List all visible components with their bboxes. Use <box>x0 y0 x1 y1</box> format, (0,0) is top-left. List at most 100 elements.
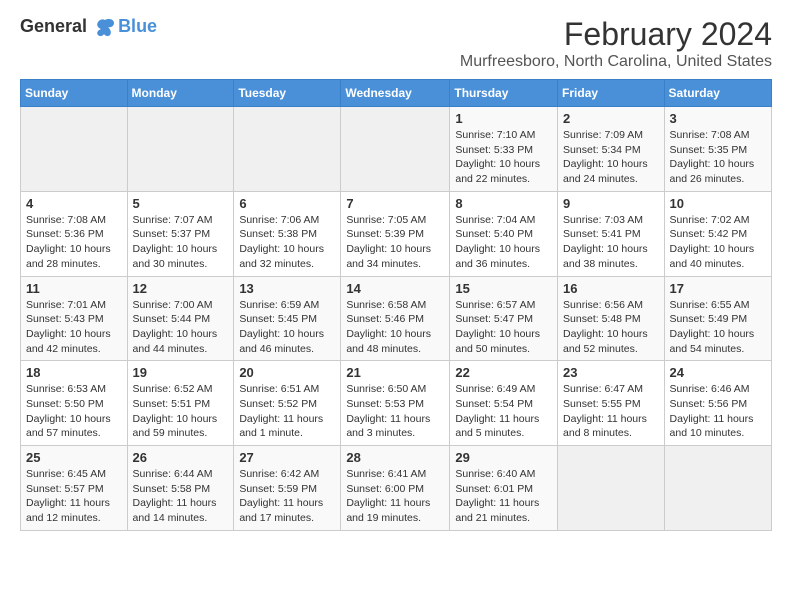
calendar-cell: 14 Sunrise: 6:58 AMSunset: 5:46 PMDayligh… <box>341 276 450 361</box>
calendar-header-row: SundayMondayTuesdayWednesdayThursdayFrid… <box>21 80 772 107</box>
day-number: 11 <box>26 281 122 296</box>
day-number: 20 <box>239 365 335 380</box>
calendar-cell: 13 Sunrise: 6:59 AMSunset: 5:45 PMDayligh… <box>234 276 341 361</box>
day-number: 9 <box>563 196 659 211</box>
calendar-cell: 6 Sunrise: 7:06 AMSunset: 5:38 PMDaylight… <box>234 191 341 276</box>
calendar-cell <box>234 107 341 192</box>
day-detail: Sunrise: 7:08 AMSunset: 5:35 PMDaylight:… <box>670 128 766 187</box>
day-detail: Sunrise: 6:57 AMSunset: 5:47 PMDaylight:… <box>455 298 552 357</box>
calendar-cell: 24 Sunrise: 6:46 AMSunset: 5:56 PMDayligh… <box>664 361 771 446</box>
calendar-cell: 17 Sunrise: 6:55 AMSunset: 5:49 PMDayligh… <box>664 276 771 361</box>
calendar-cell: 27 Sunrise: 6:42 AMSunset: 5:59 PMDayligh… <box>234 446 341 531</box>
day-detail: Sunrise: 6:42 AMSunset: 5:59 PMDaylight:… <box>239 467 335 526</box>
day-detail: Sunrise: 6:50 AMSunset: 5:53 PMDaylight:… <box>346 382 444 441</box>
calendar-week-2: 4Sunrise: 7:08 AMSunset: 5:36 PMDaylight… <box>21 191 772 276</box>
calendar-week-4: 18 Sunrise: 6:53 AMSunset: 5:50 PMDayligh… <box>21 361 772 446</box>
calendar-cell: 9 Sunrise: 7:03 AMSunset: 5:41 PMDaylight… <box>558 191 665 276</box>
day-number: 17 <box>670 281 766 296</box>
calendar-cell <box>127 107 234 192</box>
day-detail: Sunrise: 7:08 AMSunset: 5:36 PMDaylight:… <box>26 213 122 272</box>
calendar-cell: 25 Sunrise: 6:45 AMSunset: 5:57 PMDayligh… <box>21 446 128 531</box>
calendar-cell: 28Sunrise: 6:41 AMSunset: 6:00 PMDayligh… <box>341 446 450 531</box>
calendar-week-3: 11Sunrise: 7:01 AMSunset: 5:43 PMDayligh… <box>21 276 772 361</box>
day-detail: Sunrise: 6:53 AMSunset: 5:50 PMDaylight:… <box>26 382 122 441</box>
calendar-cell: 15 Sunrise: 6:57 AMSunset: 5:47 PMDayligh… <box>450 276 558 361</box>
page-container: General Blue February 2024 Murfreesboro,… <box>0 0 792 543</box>
day-number: 25 <box>26 450 122 465</box>
day-header-monday: Monday <box>127 80 234 107</box>
day-number: 7 <box>346 196 444 211</box>
calendar-table: SundayMondayTuesdayWednesdayThursdayFrid… <box>20 79 772 531</box>
day-detail: Sunrise: 6:47 AMSunset: 5:55 PMDaylight:… <box>563 382 659 441</box>
page-title: February 2024 <box>460 16 772 53</box>
day-detail: Sunrise: 7:07 AMSunset: 5:37 PMDaylight:… <box>133 213 229 272</box>
day-number: 3 <box>670 111 766 126</box>
calendar-cell: 5 Sunrise: 7:07 AMSunset: 5:37 PMDaylight… <box>127 191 234 276</box>
day-detail: Sunrise: 7:02 AMSunset: 5:42 PMDaylight:… <box>670 213 766 272</box>
header: General Blue February 2024 Murfreesboro,… <box>20 16 772 71</box>
calendar-week-1: 1Sunrise: 7:10 AMSunset: 5:33 PMDaylight… <box>21 107 772 192</box>
day-detail: Sunrise: 6:55 AMSunset: 5:49 PMDaylight:… <box>670 298 766 357</box>
day-number: 29 <box>455 450 552 465</box>
calendar-cell: 26Sunrise: 6:44 AMSunset: 5:58 PMDayligh… <box>127 446 234 531</box>
calendar-cell: 10 Sunrise: 7:02 AMSunset: 5:42 PMDayligh… <box>664 191 771 276</box>
day-number: 8 <box>455 196 552 211</box>
day-number: 18 <box>26 365 122 380</box>
calendar-cell: 4Sunrise: 7:08 AMSunset: 5:36 PMDaylight… <box>21 191 128 276</box>
day-detail: Sunrise: 6:46 AMSunset: 5:56 PMDaylight:… <box>670 382 766 441</box>
day-number: 10 <box>670 196 766 211</box>
day-detail: Sunrise: 6:56 AMSunset: 5:48 PMDaylight:… <box>563 298 659 357</box>
calendar-cell: 20 Sunrise: 6:51 AMSunset: 5:52 PMDayligh… <box>234 361 341 446</box>
day-number: 19 <box>133 365 229 380</box>
calendar-cell <box>664 446 771 531</box>
day-number: 5 <box>133 196 229 211</box>
calendar-cell: 7 Sunrise: 7:05 AMSunset: 5:39 PMDaylight… <box>341 191 450 276</box>
calendar-cell: 19Sunrise: 6:52 AMSunset: 5:51 PMDayligh… <box>127 361 234 446</box>
title-block: February 2024 Murfreesboro, North Caroli… <box>460 16 772 71</box>
calendar-cell: 22 Sunrise: 6:49 AMSunset: 5:54 PMDayligh… <box>450 361 558 446</box>
day-detail: Sunrise: 7:09 AMSunset: 5:34 PMDaylight:… <box>563 128 659 187</box>
calendar-cell: 23 Sunrise: 6:47 AMSunset: 5:55 PMDayligh… <box>558 361 665 446</box>
calendar-cell: 29 Sunrise: 6:40 AMSunset: 6:01 PMDayligh… <box>450 446 558 531</box>
day-detail: Sunrise: 6:49 AMSunset: 5:54 PMDaylight:… <box>455 382 552 441</box>
calendar-cell <box>21 107 128 192</box>
calendar-cell <box>558 446 665 531</box>
calendar-cell: 12Sunrise: 7:00 AMSunset: 5:44 PMDayligh… <box>127 276 234 361</box>
day-header-tuesday: Tuesday <box>234 80 341 107</box>
calendar-cell: 1Sunrise: 7:10 AMSunset: 5:33 PMDaylight… <box>450 107 558 192</box>
day-number: 27 <box>239 450 335 465</box>
day-detail: Sunrise: 6:51 AMSunset: 5:52 PMDaylight:… <box>239 382 335 441</box>
logo-bird-icon <box>94 16 116 38</box>
calendar-cell: 8 Sunrise: 7:04 AMSunset: 5:40 PMDaylight… <box>450 191 558 276</box>
calendar-week-5: 25 Sunrise: 6:45 AMSunset: 5:57 PMDayligh… <box>21 446 772 531</box>
logo: General Blue <box>20 16 157 38</box>
day-detail: Sunrise: 7:03 AMSunset: 5:41 PMDaylight:… <box>563 213 659 272</box>
day-detail: Sunrise: 6:58 AMSunset: 5:46 PMDaylight:… <box>346 298 444 357</box>
calendar-cell: 21Sunrise: 6:50 AMSunset: 5:53 PMDayligh… <box>341 361 450 446</box>
day-detail: Sunrise: 6:45 AMSunset: 5:57 PMDaylight:… <box>26 467 122 526</box>
day-header-friday: Friday <box>558 80 665 107</box>
day-number: 16 <box>563 281 659 296</box>
day-number: 23 <box>563 365 659 380</box>
day-number: 13 <box>239 281 335 296</box>
day-detail: Sunrise: 6:40 AMSunset: 6:01 PMDaylight:… <box>455 467 552 526</box>
day-number: 22 <box>455 365 552 380</box>
logo-general: General <box>20 16 87 36</box>
day-number: 24 <box>670 365 766 380</box>
day-header-thursday: Thursday <box>450 80 558 107</box>
day-detail: Sunrise: 6:44 AMSunset: 5:58 PMDaylight:… <box>133 467 229 526</box>
calendar-cell: 3 Sunrise: 7:08 AMSunset: 5:35 PMDaylight… <box>664 107 771 192</box>
page-subtitle: Murfreesboro, North Carolina, United Sta… <box>460 53 772 71</box>
calendar-cell: 11Sunrise: 7:01 AMSunset: 5:43 PMDayligh… <box>21 276 128 361</box>
day-number: 1 <box>455 111 552 126</box>
day-detail: Sunrise: 7:06 AMSunset: 5:38 PMDaylight:… <box>239 213 335 272</box>
day-detail: Sunrise: 7:05 AMSunset: 5:39 PMDaylight:… <box>346 213 444 272</box>
day-detail: Sunrise: 6:59 AMSunset: 5:45 PMDaylight:… <box>239 298 335 357</box>
logo-blue: Blue <box>118 16 157 37</box>
calendar-cell <box>341 107 450 192</box>
day-detail: Sunrise: 6:41 AMSunset: 6:00 PMDaylight:… <box>346 467 444 526</box>
day-detail: Sunrise: 7:04 AMSunset: 5:40 PMDaylight:… <box>455 213 552 272</box>
day-number: 15 <box>455 281 552 296</box>
day-number: 6 <box>239 196 335 211</box>
day-number: 14 <box>346 281 444 296</box>
